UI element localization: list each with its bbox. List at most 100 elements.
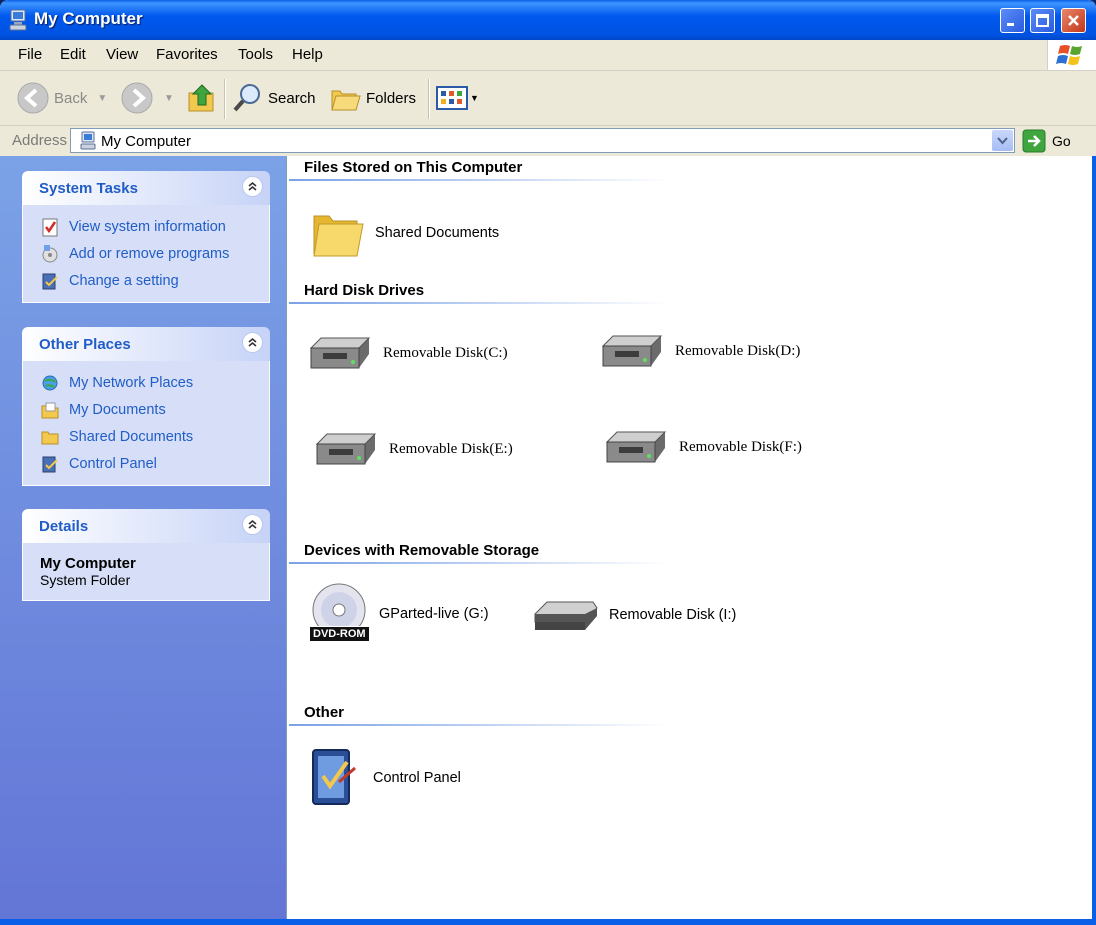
system-info-icon bbox=[42, 218, 58, 236]
address-bar: Address My Computer Go bbox=[0, 126, 1096, 156]
views-dropdown-icon[interactable]: ▼ bbox=[470, 93, 479, 103]
place-label: Shared Documents bbox=[69, 428, 194, 445]
chevron-down-icon bbox=[997, 137, 1008, 145]
details-collapse-button[interactable] bbox=[242, 514, 263, 535]
details-header[interactable]: Details bbox=[22, 509, 270, 543]
dvd-drive-icon: DVD-ROM bbox=[307, 582, 373, 646]
back-dropdown-icon[interactable]: ▼ bbox=[97, 93, 107, 104]
group-header-removable: Devices with Removable Storage bbox=[304, 542, 540, 559]
address-value: My Computer bbox=[101, 133, 192, 150]
window-title: My Computer bbox=[34, 9, 143, 28]
menu-file[interactable]: File bbox=[18, 46, 42, 63]
back-button[interactable]: Back ▼ bbox=[16, 80, 107, 116]
window-frame-right bbox=[1092, 156, 1096, 925]
close-button[interactable] bbox=[1061, 8, 1086, 33]
folders-label: Folders bbox=[366, 89, 417, 107]
folder-up-icon bbox=[188, 84, 214, 112]
system-tasks-header[interactable]: System Tasks bbox=[22, 171, 270, 205]
task-view-system-information[interactable]: View system information bbox=[23, 213, 269, 240]
menu-tools[interactable]: Tools bbox=[238, 46, 273, 63]
item-control-panel[interactable]: Control Panel bbox=[309, 746, 461, 810]
views-button[interactable]: ▼ bbox=[436, 80, 479, 116]
other-places-panel: Other Places My Network Places My Docume… bbox=[22, 327, 270, 486]
folders-button[interactable]: Folders bbox=[330, 80, 416, 116]
item-shared-documents[interactable]: Shared Documents bbox=[311, 206, 499, 260]
control-panel-small-icon bbox=[42, 456, 58, 472]
menu-view[interactable]: View bbox=[106, 46, 138, 63]
details-type: System Folder bbox=[40, 572, 131, 588]
network-places-icon bbox=[42, 375, 58, 390]
go-arrow-icon bbox=[1022, 129, 1046, 152]
other-places-title: Other Places bbox=[39, 336, 131, 353]
menu-edit[interactable]: Edit bbox=[60, 46, 86, 63]
group-divider bbox=[289, 724, 669, 726]
minimize-button[interactable] bbox=[1000, 8, 1025, 33]
place-shared-documents[interactable]: Shared Documents bbox=[23, 423, 269, 450]
add-remove-programs-icon bbox=[42, 244, 58, 262]
place-label: My Network Places bbox=[69, 374, 194, 391]
menu-bar: File Edit View Favorites Tools Help bbox=[0, 40, 1096, 71]
item-label: Removable Disk(F:) bbox=[679, 438, 802, 455]
other-places-body: My Network Places My Documents Shared Do… bbox=[22, 361, 270, 486]
maximize-icon bbox=[1036, 14, 1049, 27]
group-divider bbox=[289, 302, 669, 304]
folder-icon bbox=[313, 215, 364, 257]
removable-drive-icon bbox=[534, 601, 598, 630]
forward-dropdown-icon[interactable]: ▼ bbox=[164, 93, 174, 104]
place-my-network-places[interactable]: My Network Places bbox=[23, 369, 269, 396]
item-removable-disk-f[interactable]: Removable Disk(F:) bbox=[603, 428, 802, 466]
place-control-panel[interactable]: Control Panel bbox=[23, 450, 269, 477]
item-label: GParted-live (G:) bbox=[379, 606, 489, 622]
details-title: Details bbox=[39, 518, 89, 535]
item-removable-disk-d[interactable]: Removable Disk(D:) bbox=[599, 332, 800, 370]
menu-favorites[interactable]: Favorites bbox=[156, 46, 218, 63]
maximize-button[interactable] bbox=[1030, 8, 1055, 33]
system-tasks-panel: System Tasks View system information Add… bbox=[22, 171, 270, 303]
other-places-collapse-button[interactable] bbox=[242, 332, 263, 353]
task-label: View system information bbox=[69, 218, 226, 235]
group-divider bbox=[289, 562, 669, 564]
place-my-documents[interactable]: My Documents bbox=[23, 396, 269, 423]
my-documents-icon bbox=[41, 402, 59, 418]
hard-disk-icon bbox=[601, 335, 663, 367]
system-tasks-title: System Tasks bbox=[39, 180, 138, 197]
content-pane: Files Stored on This Computer Shared Doc… bbox=[286, 156, 1093, 919]
up-button[interactable] bbox=[186, 80, 218, 116]
item-removable-disk-i[interactable]: Removable Disk (I:) bbox=[533, 596, 736, 634]
item-removable-disk-e[interactable]: Removable Disk(E:) bbox=[313, 430, 513, 468]
task-add-remove-programs[interactable]: Add or remove programs bbox=[23, 240, 269, 267]
go-label: Go bbox=[1052, 132, 1071, 149]
double-chevron-up-icon bbox=[248, 181, 257, 191]
windows-flag-icon bbox=[1056, 45, 1082, 65]
item-label: Removable Disk(C:) bbox=[383, 344, 508, 361]
place-label: My Documents bbox=[69, 401, 166, 418]
control-panel-small-icon bbox=[42, 273, 58, 289]
details-panel: Details My Computer System Folder bbox=[22, 509, 270, 601]
item-label: Removable Disk(D:) bbox=[675, 342, 801, 359]
address-dropdown-button[interactable] bbox=[992, 130, 1013, 151]
forward-arrow-icon bbox=[121, 82, 153, 114]
double-chevron-up-icon bbox=[248, 519, 257, 529]
forward-button[interactable]: ▼ bbox=[120, 80, 174, 116]
item-gparted-live-g[interactable]: DVD-ROM GParted-live (G:) bbox=[307, 582, 489, 646]
item-removable-disk-c[interactable]: Removable Disk(C:) bbox=[307, 334, 508, 372]
my-computer-icon bbox=[9, 9, 27, 31]
other-places-header[interactable]: Other Places bbox=[22, 327, 270, 361]
item-label: Control Panel bbox=[373, 770, 461, 786]
task-change-setting[interactable]: Change a setting bbox=[23, 267, 269, 294]
title-bar[interactable]: My Computer bbox=[0, 0, 1096, 40]
hard-disk-icon bbox=[605, 431, 667, 463]
hard-disk-icon bbox=[315, 433, 377, 465]
search-label: Search bbox=[268, 89, 316, 107]
menu-help[interactable]: Help bbox=[292, 46, 323, 63]
task-pane: System Tasks View system information Add… bbox=[0, 156, 286, 925]
go-button[interactable]: Go bbox=[1022, 128, 1092, 153]
folder-icon bbox=[41, 431, 59, 444]
system-tasks-collapse-button[interactable] bbox=[242, 176, 263, 197]
search-button[interactable]: Search bbox=[232, 80, 316, 116]
close-icon bbox=[1068, 15, 1079, 26]
task-label: Add or remove programs bbox=[69, 245, 230, 262]
address-field[interactable]: My Computer bbox=[70, 128, 1015, 153]
double-chevron-up-icon bbox=[248, 337, 257, 347]
window-frame-bottom bbox=[0, 919, 1096, 925]
